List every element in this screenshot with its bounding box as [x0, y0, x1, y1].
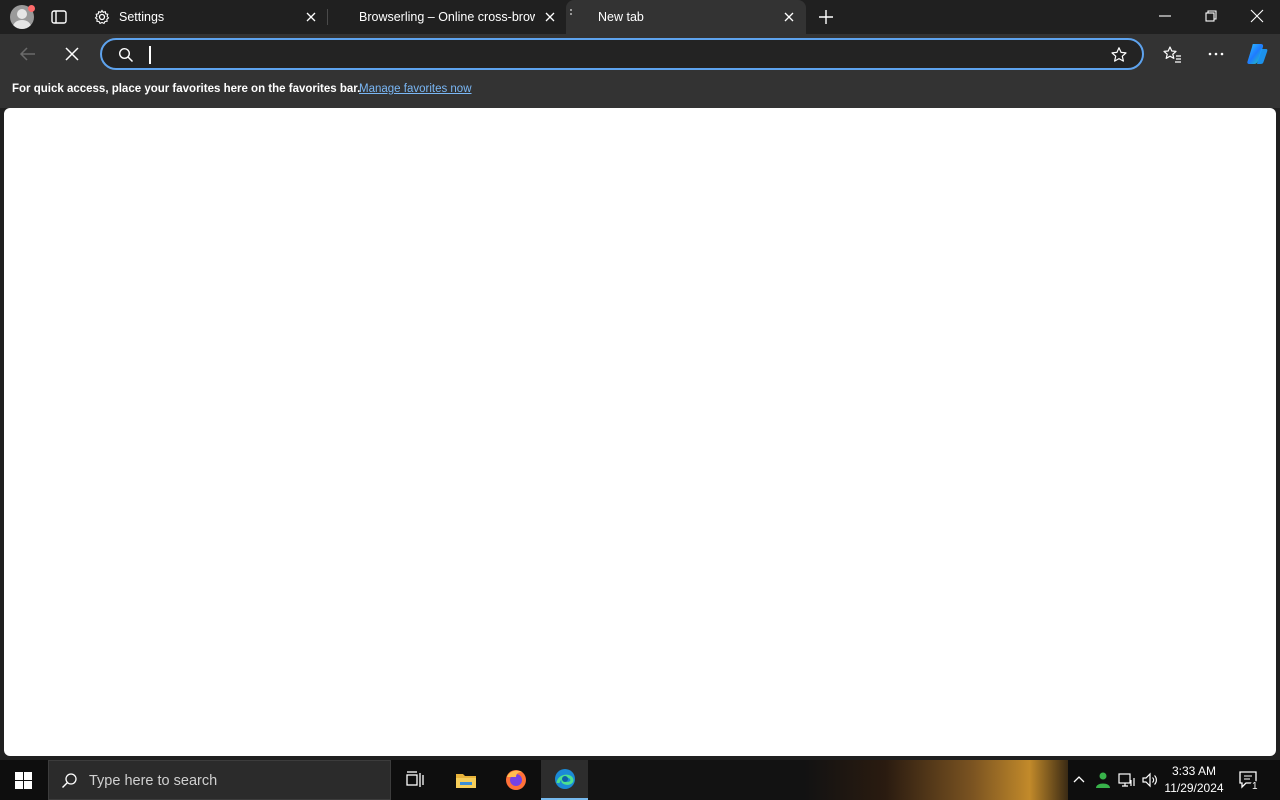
address-input[interactable] [146, 44, 1086, 64]
page-content[interactable] [4, 108, 1276, 756]
file-explorer-button[interactable] [442, 760, 490, 800]
folder-icon [456, 774, 476, 788]
tab-settings[interactable]: Settings [86, 0, 326, 34]
tab-actions-icon[interactable] [50, 8, 68, 26]
loading-icon [570, 9, 572, 15]
wallpaper-peek [588, 760, 1068, 800]
people-icon[interactable] [1094, 771, 1112, 789]
taskbar: Type here to search 3:33 AM 11/29/2024 1 [0, 760, 1280, 800]
chevron-up-icon[interactable] [1070, 771, 1088, 789]
address-bar[interactable] [100, 38, 1144, 70]
text-caret [149, 46, 151, 64]
search-icon [62, 773, 77, 788]
favorite-star-icon[interactable] [1110, 46, 1128, 64]
profile-notification-dot [28, 5, 35, 12]
edge-button[interactable] [541, 760, 589, 800]
restore-icon[interactable] [1203, 8, 1219, 24]
clock-date: 11/29/2024 [1164, 781, 1224, 795]
notification-center-button[interactable]: 1 [1232, 760, 1280, 800]
task-view-icon [406, 771, 424, 787]
clock-time: 3:33 AM [1171, 764, 1217, 778]
windows-logo-icon [15, 772, 32, 789]
close-tab-icon[interactable] [305, 11, 317, 23]
tab-browserling[interactable]: Browserling – Online cross-brows [328, 0, 566, 34]
gear-icon [94, 9, 110, 25]
manage-favorites-link[interactable]: Manage favorites now [359, 83, 472, 95]
tab-title: Settings [119, 10, 165, 24]
more-options-icon[interactable] [1206, 44, 1226, 64]
taskbar-search-placeholder: Type here to search [89, 773, 218, 789]
favorites-bar-message: For quick access, place your favorites h… [12, 83, 361, 95]
title-bar: Settings Browserling – Online cross-brow… [0, 0, 1280, 34]
copilot-icon[interactable] [1244, 41, 1270, 67]
navigation-toolbar [0, 34, 1280, 74]
firefox-icon [506, 770, 526, 790]
tab-title: New tab [598, 10, 644, 24]
search-icon [118, 47, 134, 63]
edge-icon [555, 769, 575, 789]
volume-icon[interactable] [1141, 771, 1159, 789]
system-clock[interactable]: 3:33 AM 11/29/2024 [1162, 763, 1226, 797]
tab-title: Browserling – Online cross-brows [359, 10, 535, 24]
new-tab-icon[interactable] [818, 9, 834, 25]
taskbar-search-box[interactable]: Type here to search [48, 760, 391, 800]
task-view-button[interactable] [391, 760, 439, 800]
network-icon[interactable] [1118, 771, 1136, 789]
back-arrow-icon[interactable] [18, 44, 38, 64]
start-button[interactable] [0, 760, 48, 800]
close-tab-icon[interactable] [783, 11, 795, 23]
stop-loading-icon[interactable] [62, 44, 82, 64]
close-window-icon[interactable] [1249, 8, 1265, 24]
notification-count: 1 [1250, 781, 1260, 793]
close-tab-icon[interactable] [544, 11, 556, 23]
favorites-icon[interactable] [1162, 44, 1182, 64]
tab-new-tab[interactable]: New tab [566, 0, 806, 34]
firefox-button[interactable] [492, 760, 540, 800]
favorites-bar: For quick access, place your favorites h… [0, 74, 1280, 108]
minimize-icon[interactable] [1157, 8, 1173, 24]
